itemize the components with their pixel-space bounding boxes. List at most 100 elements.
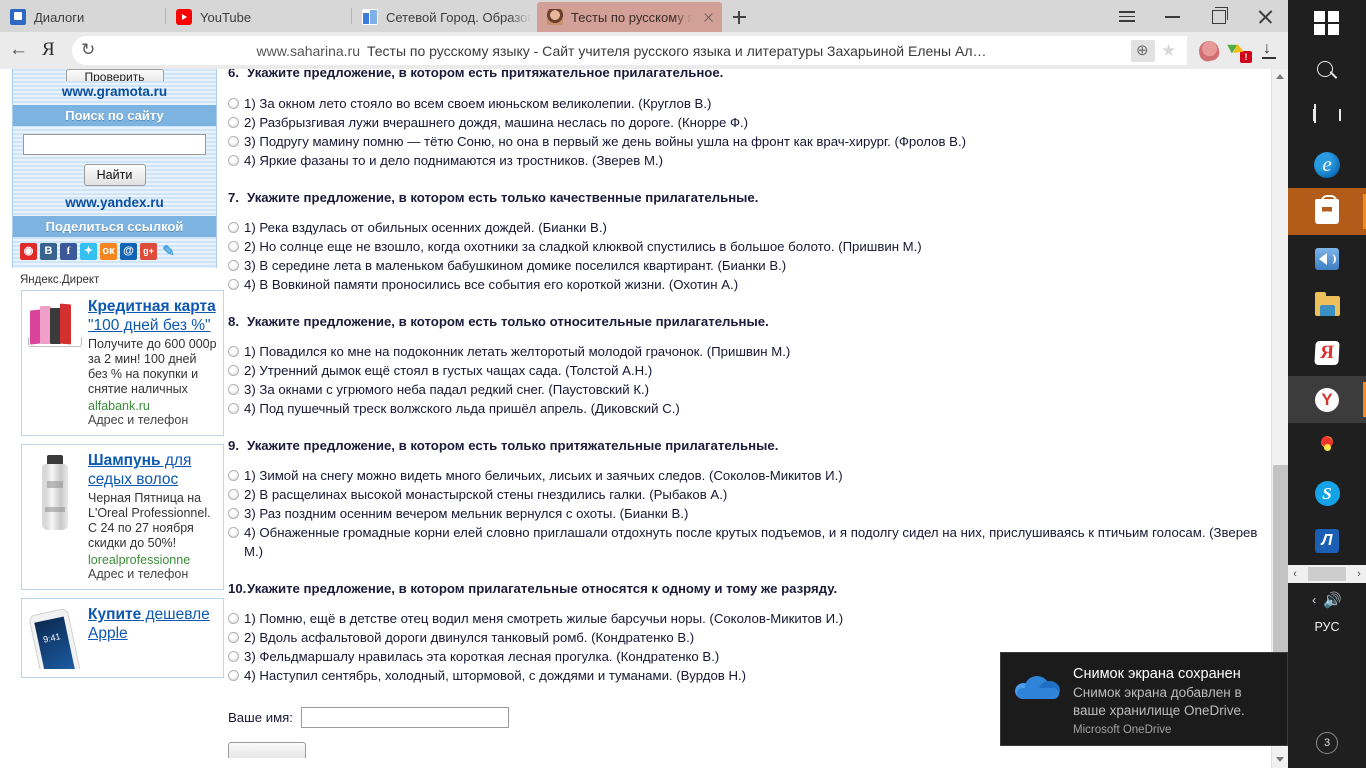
close-tab-icon[interactable]	[700, 9, 716, 25]
option-row[interactable]: 1) Река вздулась от обильных осенних дож…	[228, 218, 1265, 237]
volume-tray-icon[interactable]: 🔊	[1323, 591, 1342, 609]
option-row[interactable]: 2) Разбрызгивая лужи вчерашнего дождя, м…	[228, 113, 1265, 132]
radio-button[interactable]	[228, 155, 239, 166]
radio-button[interactable]	[228, 222, 239, 233]
submit-button[interactable]	[228, 742, 306, 758]
option-row[interactable]: 3) В середине лета в маленьком бабушкино…	[228, 256, 1265, 275]
option-row[interactable]: 4) Яркие фазаны то и дело поднимаются из…	[228, 151, 1265, 170]
tab-tests-russian[interactable]: Тесты по русскому язык	[537, 2, 722, 32]
more-share-icon[interactable]: ✎	[160, 243, 177, 260]
site-search-input[interactable]	[23, 134, 206, 155]
radio-button[interactable]	[228, 651, 239, 662]
worm-extension-icon[interactable]	[1197, 38, 1221, 63]
option-row[interactable]: 2) Вдоль асфальтовой дороги двинулся тан…	[228, 628, 1265, 647]
option-row[interactable]: 2) В расщелинах высокой монастырской сте…	[228, 485, 1265, 504]
downloads-icon[interactable]	[1259, 39, 1279, 61]
file-explorer-button[interactable]	[1288, 282, 1366, 329]
yandex-browser-button[interactable]: Я	[1288, 329, 1366, 376]
radio-button[interactable]	[228, 613, 239, 624]
ad-address-link[interactable]: Адрес и телефон	[88, 413, 218, 427]
search-button[interactable]	[1288, 47, 1366, 94]
language-indicator[interactable]: РУС	[1288, 620, 1366, 634]
restore-icon[interactable]	[1196, 0, 1242, 32]
translate-icon[interactable]	[1131, 39, 1155, 62]
option-row[interactable]: 1) Зимой на снегу можно видеть много бел…	[228, 466, 1265, 485]
ad-block[interactable]: 9:41 Купите дешевле Apple	[21, 598, 224, 678]
radio-button[interactable]	[228, 670, 239, 681]
radio-button[interactable]	[228, 260, 239, 271]
browser-menu-icon[interactable]	[1104, 0, 1150, 32]
onedrive-notification-toast[interactable]: Снимок экрана сохранен Снимок экрана доб…	[1000, 652, 1288, 746]
notification-count[interactable]: 3	[1288, 732, 1366, 754]
ad-title[interactable]: Купите дешевле Apple	[88, 605, 218, 643]
volume-app-button[interactable]	[1288, 235, 1366, 282]
gramota-link[interactable]: www.gramota.ru	[13, 81, 216, 105]
radio-button[interactable]	[228, 632, 239, 643]
tray-expand-icon[interactable]: ‹	[1312, 593, 1316, 607]
tab-youtube[interactable]: YouTube	[166, 2, 351, 32]
taskbar-scroll-left-icon[interactable]: ‹	[1288, 565, 1302, 583]
taskbar-scroll-thumb[interactable]	[1308, 567, 1346, 581]
option-row[interactable]: 3) Подругу мамину помню — тётю Соню, но …	[228, 132, 1265, 151]
blue-app-button[interactable]: Л	[1288, 517, 1366, 564]
radio-button[interactable]	[228, 508, 239, 519]
option-row[interactable]: 4) Обнаженные громадные корни елей словн…	[228, 523, 1265, 561]
back-arrow-icon[interactable]	[0, 32, 34, 69]
radio-button[interactable]	[228, 403, 239, 414]
radio-button[interactable]	[228, 117, 239, 128]
task-view-button[interactable]	[1288, 94, 1366, 141]
name-input[interactable]	[300, 707, 509, 728]
address-bar[interactable]: www.saharina.ru Тесты по русскому языку …	[72, 36, 1187, 65]
option-row[interactable]: 1) Повадился ко мне на подоконник летать…	[228, 342, 1265, 361]
option-row[interactable]: 3) Раз поздним осенним вечером мельник в…	[228, 504, 1265, 523]
ad-block[interactable]: Шампунь для седых волос Черная Пятница н…	[21, 444, 224, 590]
antivirus-button[interactable]	[1288, 423, 1366, 470]
mailru-share-icon[interactable]: @	[120, 243, 137, 260]
radio-button[interactable]	[228, 365, 239, 376]
ad-title[interactable]: Шампунь для седых волос	[88, 451, 218, 489]
find-button[interactable]: Найти	[83, 164, 146, 186]
radio-button[interactable]	[228, 470, 239, 481]
facebook-share-icon[interactable]: f	[60, 243, 77, 260]
ad-title[interactable]: Кредитная карта "100 дней без %"	[88, 297, 218, 335]
ad-url[interactable]: lorealprofessionne	[88, 551, 218, 567]
odnoklassniki-share-icon[interactable]: ок	[100, 243, 117, 260]
vk-share-icon[interactable]: B	[40, 243, 57, 260]
scroll-down-icon[interactable]	[1272, 751, 1288, 768]
ad-url[interactable]: alfabank.ru	[88, 397, 218, 413]
option-row[interactable]: 2) Утренний дымок ещё стоял в густых чащ…	[228, 361, 1265, 380]
tab-setevoy-gorod[interactable]: Сетевой Город. Образован	[352, 2, 537, 32]
option-row[interactable]: 4) В Вовкиной памяти проносились все соб…	[228, 275, 1265, 294]
googleplus-share-icon[interactable]: g+	[140, 243, 157, 260]
yandex-app-button[interactable]: Y	[1288, 376, 1366, 423]
skype-button[interactable]: S	[1288, 470, 1366, 517]
close-window-icon[interactable]	[1242, 0, 1288, 32]
check-button-clipped[interactable]: Проверить	[13, 69, 216, 81]
radio-button[interactable]	[228, 241, 239, 252]
radio-button[interactable]	[228, 346, 239, 357]
reload-icon[interactable]	[72, 36, 106, 65]
taskbar-scroll-right-icon[interactable]: ›	[1352, 565, 1366, 583]
radio-button[interactable]	[228, 384, 239, 395]
radio-button[interactable]	[228, 527, 239, 538]
new-tab-button[interactable]	[722, 2, 756, 32]
scroll-up-icon[interactable]	[1272, 69, 1288, 86]
option-row[interactable]: 3) За окнами с угрюмого неба падал редки…	[228, 380, 1265, 399]
option-row[interactable]: 4) Под пушечный треск волжского льда при…	[228, 399, 1265, 418]
radio-button[interactable]	[228, 489, 239, 500]
ad-block[interactable]: Кредитная карта "100 дней без %" Получит…	[21, 290, 224, 436]
tab-dialogs[interactable]: Диалоги	[0, 2, 165, 32]
option-row[interactable]: 2) Но солнце еще не взошло, когда охотни…	[228, 237, 1265, 256]
yandex-logo-icon[interactable]	[34, 32, 66, 69]
ad-address-link[interactable]: Адрес и телефон	[88, 567, 218, 581]
twitter-share-icon[interactable]: ✦	[80, 243, 97, 260]
minimize-icon[interactable]	[1150, 0, 1196, 32]
adguard-extension-icon[interactable]: !	[1229, 41, 1252, 63]
option-row[interactable]: 1) Помню, ещё в детстве отец водил меня …	[228, 609, 1265, 628]
star-icon[interactable]	[1157, 39, 1183, 63]
microsoft-store-button[interactable]	[1288, 188, 1366, 235]
radio-button[interactable]	[228, 136, 239, 147]
option-row[interactable]: 1) За окном лето стояло во всем своем ию…	[228, 94, 1265, 113]
taskbar-scrollbar[interactable]: ‹ ›	[1288, 565, 1366, 583]
radio-button[interactable]	[228, 98, 239, 109]
